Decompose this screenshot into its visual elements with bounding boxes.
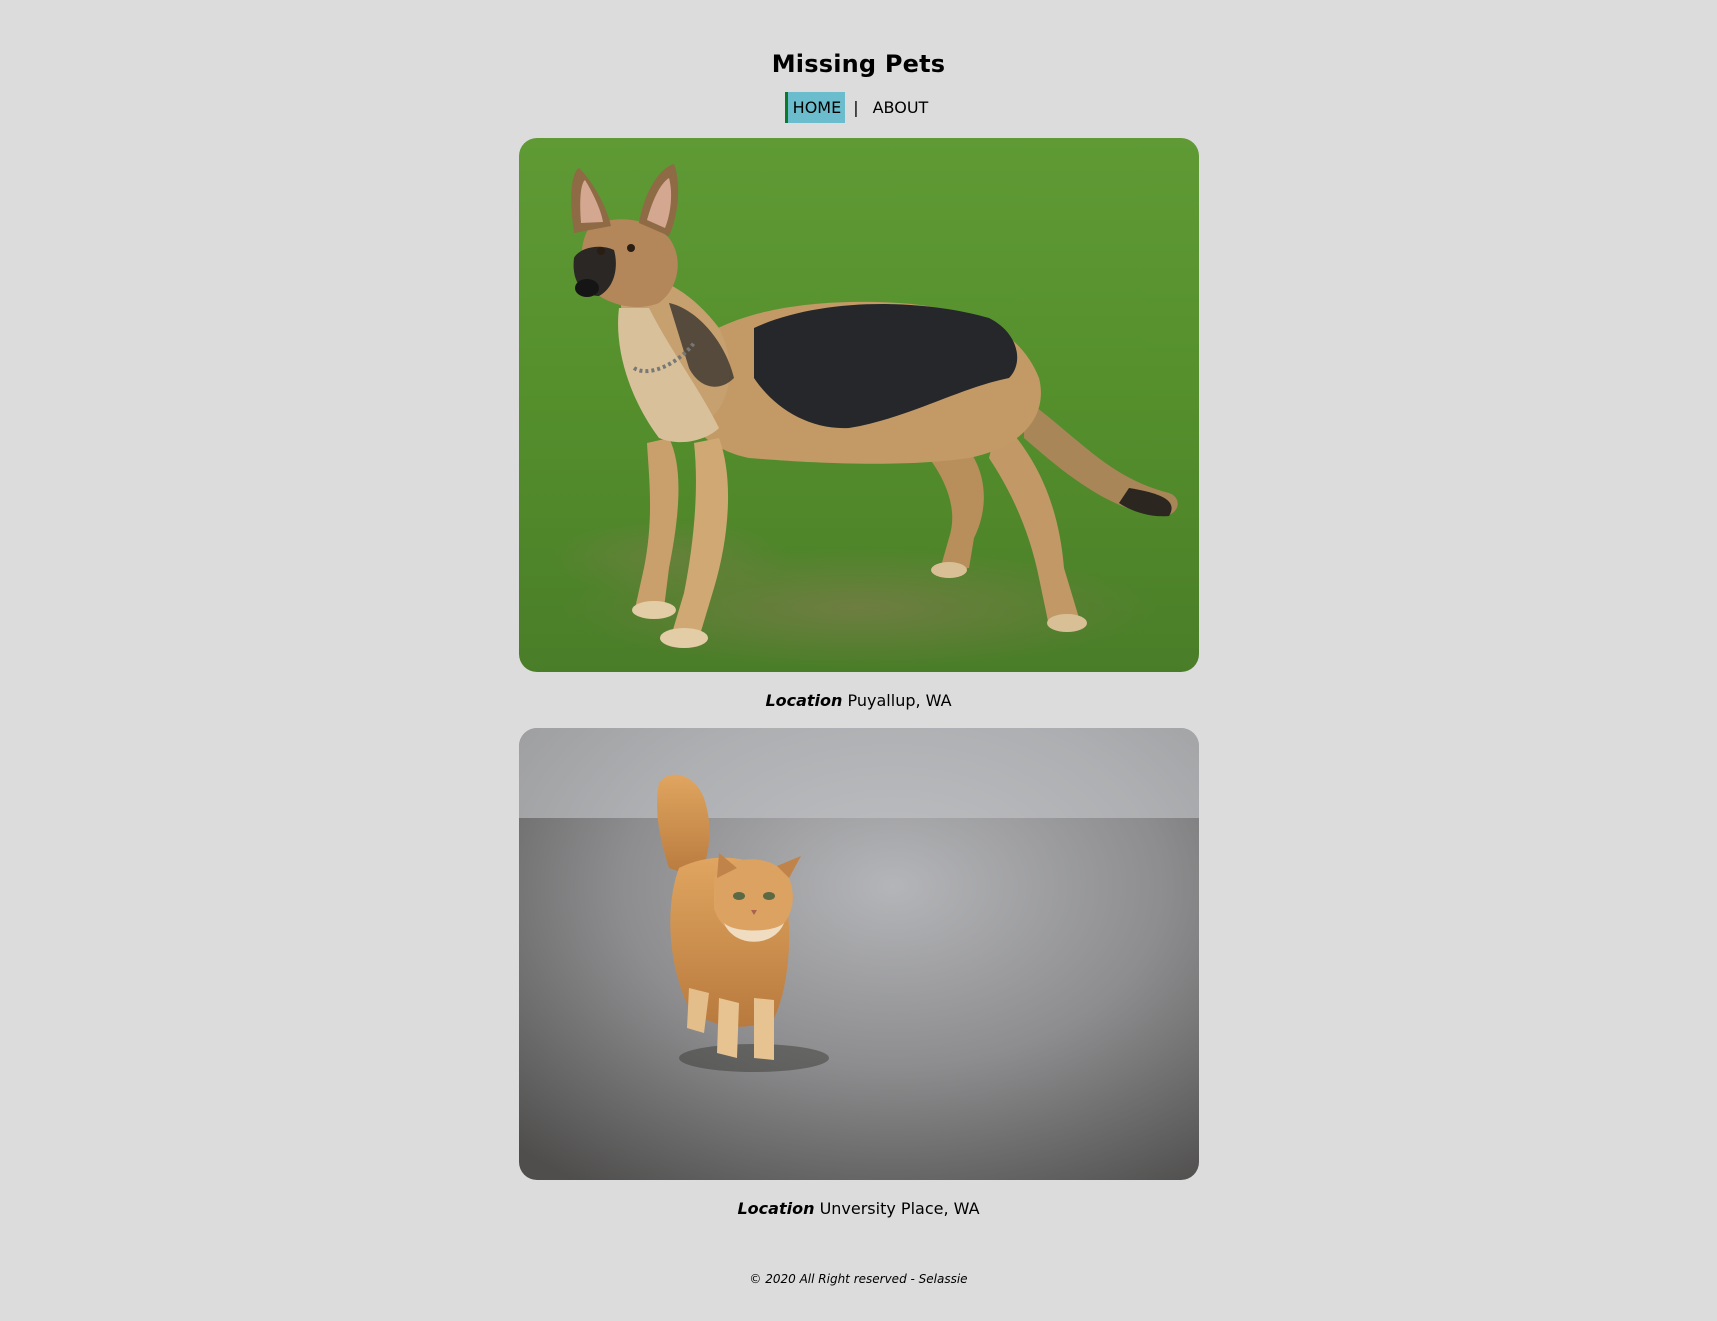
- cat-location-caption: Location Unversity Place, WA: [0, 1197, 1717, 1221]
- location-value: Puyallup, WA: [847, 691, 952, 710]
- nav-home-link[interactable]: HOME: [784, 92, 846, 123]
- cat-image: [519, 728, 1199, 1180]
- location-label: Location: [737, 1199, 815, 1218]
- nav-about-link[interactable]: ABOUT: [867, 92, 933, 123]
- footer-copyright: © 2020 All Right reserved - Selassie: [749, 1272, 968, 1286]
- location-label: Location: [765, 691, 843, 710]
- page-title: Missing Pets: [771, 50, 946, 78]
- dog-image: [519, 138, 1199, 672]
- cat-photo: [519, 728, 1199, 1180]
- main-nav: HOME | ABOUT: [0, 92, 1717, 123]
- dog-photo: [519, 138, 1199, 672]
- location-value: Unversity Place, WA: [819, 1199, 980, 1218]
- dog-location-caption: Location Puyallup, WA: [0, 689, 1717, 713]
- nav-separator: |: [853, 98, 859, 117]
